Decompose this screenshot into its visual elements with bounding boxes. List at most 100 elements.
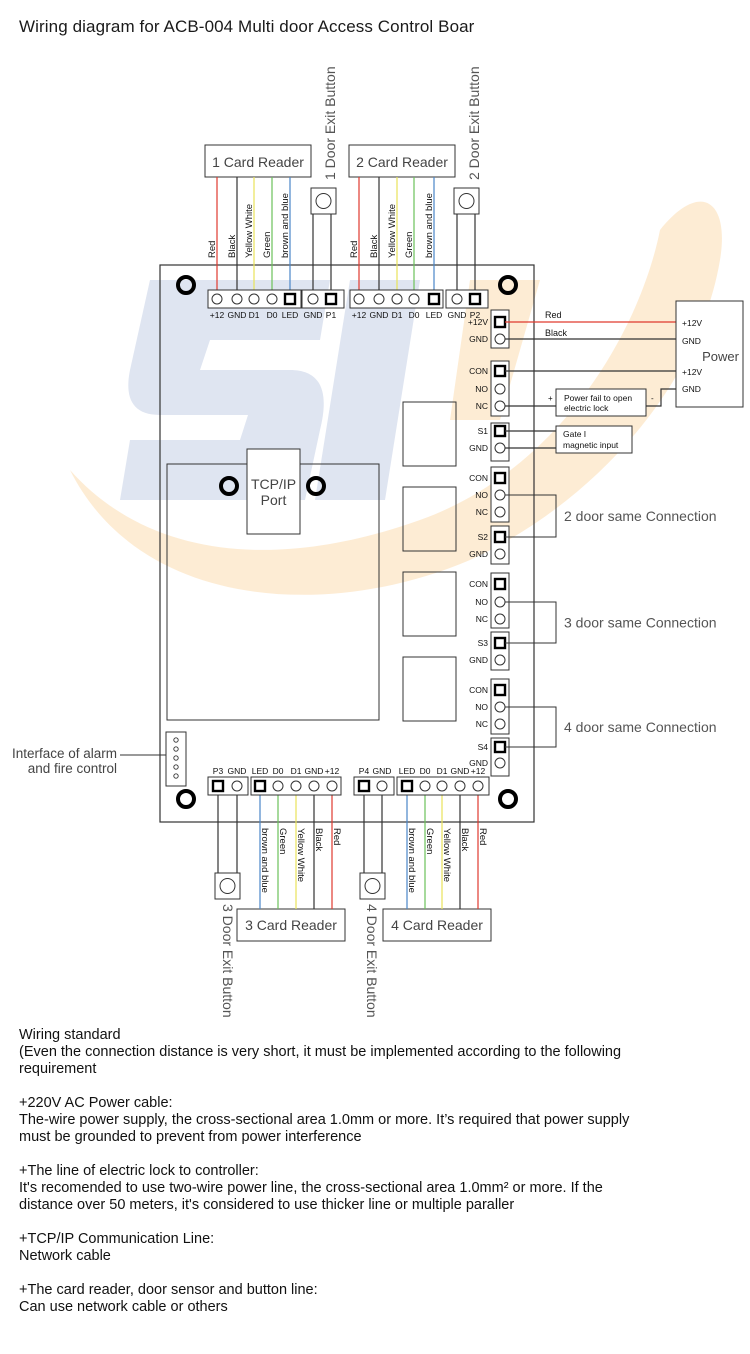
round-pin-terminal[interactable] (272, 780, 284, 792)
exit-button-2[interactable] (453, 187, 480, 215)
square-pin-terminal[interactable] (468, 292, 482, 306)
square-pin-terminal[interactable] (283, 292, 297, 306)
exit-button-4[interactable] (359, 872, 386, 900)
pin-label: LED (282, 310, 299, 320)
relay (402, 656, 457, 722)
pin-label: LED (252, 766, 269, 776)
round-pin-terminal[interactable] (373, 293, 385, 305)
round-pin-terminal[interactable] (408, 293, 420, 305)
wire-label: Black (313, 828, 324, 851)
square-pin-terminal[interactable] (493, 683, 507, 697)
pin-label: CON (469, 473, 488, 483)
round-pin-terminal[interactable] (494, 333, 506, 345)
square-pin-terminal[interactable] (324, 292, 338, 306)
note-text: requirement (19, 1061, 97, 1077)
round-pin-terminal[interactable] (376, 780, 388, 792)
square-pin-terminal[interactable] (427, 292, 441, 306)
note-text: The-wire power supply, the cross-section… (19, 1112, 630, 1128)
same-connection-label: 4 door same Connection (564, 719, 717, 735)
note-heading: +The card reader, door sensor and button… (19, 1282, 318, 1298)
pin-label: NC (476, 614, 488, 624)
round-pin-terminal[interactable] (494, 757, 506, 769)
note-text: Can use network cable or others (19, 1299, 228, 1315)
wire-label: Black (227, 235, 238, 258)
pin-label: GND (469, 655, 488, 665)
round-pin-terminal[interactable] (266, 293, 278, 305)
round-pin-terminal[interactable] (494, 596, 506, 608)
wire-label: Black (369, 235, 380, 258)
round-pin-terminal[interactable] (494, 701, 506, 713)
pin-label: GND (370, 310, 389, 320)
pin-label: S2 (478, 532, 489, 542)
round-pin-terminal[interactable] (231, 780, 243, 792)
wiring-diagram: TCP/IP Port Interface of alarm and fire … (12, 66, 744, 1018)
pin-label: GND (304, 310, 323, 320)
square-pin-terminal[interactable] (493, 424, 507, 438)
wire-label: Green (277, 828, 288, 854)
alarm-label-2: and fire control (28, 761, 117, 776)
exit-button-1[interactable] (310, 187, 337, 215)
square-pin-terminal[interactable] (493, 636, 507, 650)
round-pin-terminal[interactable] (307, 293, 319, 305)
power-box-pin-label: +12V (682, 367, 702, 377)
pin-label: NC (476, 507, 488, 517)
square-pin-terminal[interactable] (493, 530, 507, 544)
same-connection-label: 3 door same Connection (564, 615, 717, 631)
square-pin-terminal[interactable] (400, 779, 414, 793)
round-pin-terminal[interactable] (494, 442, 506, 454)
square-pin-terminal[interactable] (253, 779, 267, 793)
round-pin-terminal[interactable] (494, 718, 506, 730)
round-pin-terminal[interactable] (494, 548, 506, 560)
pin-label: GND (448, 310, 467, 320)
pin-label: LED (426, 310, 443, 320)
pin-label: CON (469, 685, 488, 695)
round-pin-terminal[interactable] (391, 293, 403, 305)
page-title: Wiring diagram for ACB-004 Multi door Ac… (19, 17, 475, 36)
round-pin-terminal[interactable] (436, 780, 448, 792)
square-pin-terminal[interactable] (211, 779, 225, 793)
square-pin-terminal[interactable] (357, 779, 371, 793)
pin-label: D1 (249, 310, 260, 320)
square-pin-terminal[interactable] (493, 577, 507, 591)
note-heading: +220V AC Power cable: (19, 1095, 173, 1111)
pin-label: GND (305, 766, 324, 776)
round-pin-terminal[interactable] (494, 506, 506, 518)
pin-label: P4 (359, 766, 370, 776)
pin-label: D0 (409, 310, 420, 320)
power-box-pin-label: +12V (682, 318, 702, 328)
square-pin-terminal[interactable] (493, 364, 507, 378)
round-pin-terminal[interactable] (494, 613, 506, 625)
wire-label: Yellow White (244, 204, 255, 258)
round-pin-terminal[interactable] (451, 293, 463, 305)
tcpip-label-2: Port (261, 492, 287, 508)
round-pin-terminal[interactable] (290, 780, 302, 792)
pin-label: CON (469, 366, 488, 376)
round-pin-terminal[interactable] (494, 489, 506, 501)
wire-label: Red (207, 241, 218, 258)
pin-label: NO (475, 597, 488, 607)
note-block: Wiring standard (Even the connection dist… (19, 1027, 734, 1078)
square-pin-terminal[interactable] (493, 315, 507, 329)
round-pin-terminal[interactable] (326, 780, 338, 792)
round-pin-terminal[interactable] (248, 293, 260, 305)
gate-label-1: Gate I (563, 429, 586, 439)
round-pin-terminal[interactable] (231, 293, 243, 305)
note-block: +The card reader, door sensor and button… (19, 1282, 734, 1316)
round-pin-terminal[interactable] (353, 293, 365, 305)
round-pin-terminal[interactable] (494, 654, 506, 666)
relay (402, 401, 457, 467)
relay (402, 571, 457, 637)
exit-button-3[interactable] (214, 872, 241, 900)
round-pin-terminal[interactable] (308, 780, 320, 792)
round-pin-terminal[interactable] (494, 383, 506, 395)
pin-label: +12 (210, 310, 225, 320)
round-pin-terminal[interactable] (472, 780, 484, 792)
round-pin-terminal[interactable] (419, 780, 431, 792)
round-pin-terminal[interactable] (211, 293, 223, 305)
square-pin-terminal[interactable] (493, 740, 507, 754)
round-pin-terminal[interactable] (494, 400, 506, 412)
round-pin-terminal[interactable] (454, 780, 466, 792)
square-pin-terminal[interactable] (493, 471, 507, 485)
pin-label: GND (228, 766, 247, 776)
pin-label: D0 (267, 310, 278, 320)
